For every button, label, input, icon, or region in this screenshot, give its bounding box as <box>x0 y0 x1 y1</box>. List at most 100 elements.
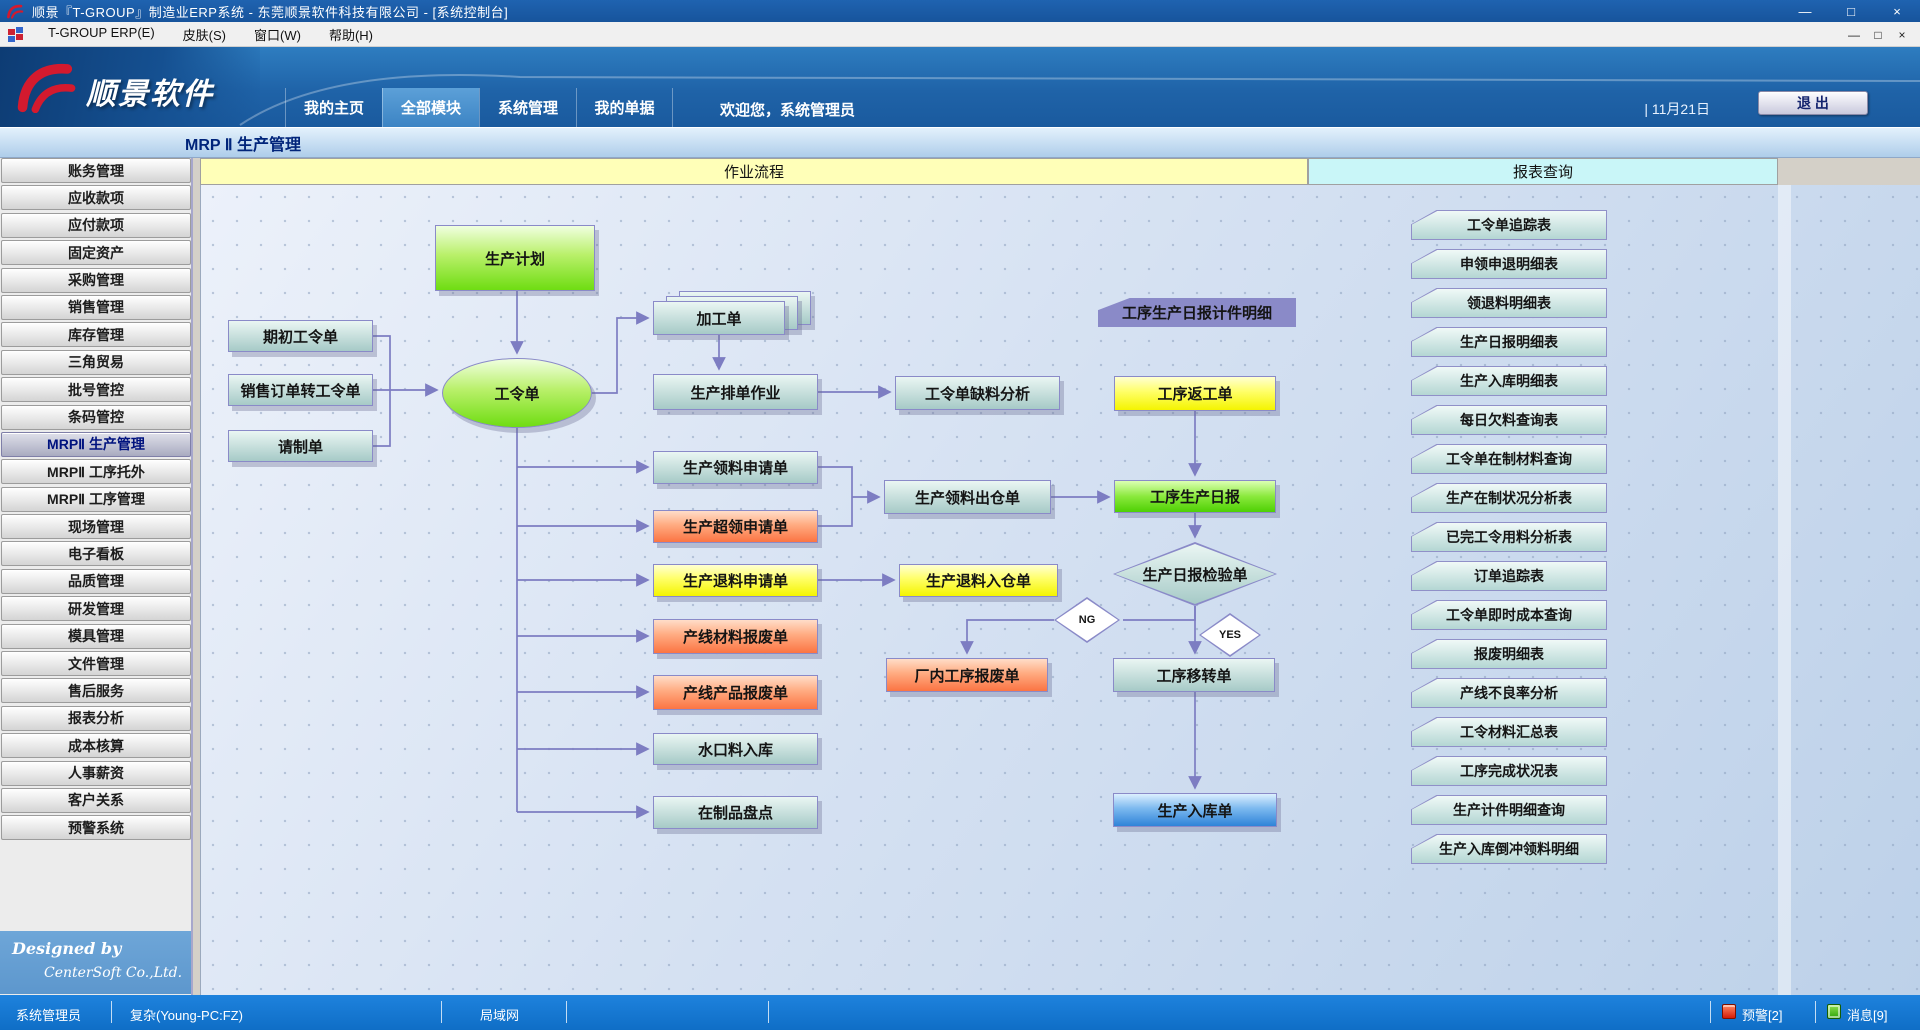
sidebar-item-7[interactable]: 三角贸易 <box>1 350 191 375</box>
menu-item-3[interactable]: 帮助(H) <box>315 21 387 48</box>
sidebar-item-8[interactable]: 批号管控 <box>1 377 191 402</box>
report-button-label: 生产在制状况分析表 <box>1412 484 1606 512</box>
flow-node-gonglingdan[interactable]: 工令单 <box>442 358 592 428</box>
status-messages[interactable]: 消息[9] <box>1847 1005 1887 1024</box>
flow-node-queliao-fenxi[interactable]: 工令单缺料分析 <box>895 376 1060 410</box>
flow-edge-15 <box>818 497 852 526</box>
report-button-12[interactable]: 产线不良率分析 <box>1411 678 1607 708</box>
sidebar-item-0[interactable]: 账务管理 <box>1 158 191 183</box>
mdi-minimize-button[interactable]: — <box>1842 28 1866 42</box>
report-button-label: 工令单追踪表 <box>1412 211 1606 239</box>
sidebar-item-11[interactable]: MRPⅡ 工序托外 <box>1 459 191 484</box>
flow-node-lingliao-chucang[interactable]: 生产领料出仓单 <box>884 480 1051 514</box>
report-button-15[interactable]: 生产计件明细查询 <box>1411 795 1607 825</box>
report-button-label: 已完工令用料分析表 <box>1412 523 1606 551</box>
sidebar-item-22[interactable]: 人事薪资 <box>1 761 191 786</box>
sidebar-item-23[interactable]: 客户关系 <box>1 788 191 813</box>
flow-node-shengchan-rukudan[interactable]: 生产入库单 <box>1113 793 1277 827</box>
sidebar-item-15[interactable]: 品质管理 <box>1 569 191 594</box>
sidebar-item-1[interactable]: 应收款项 <box>1 185 191 210</box>
sidebar-item-4[interactable]: 采购管理 <box>1 268 191 293</box>
report-button-3[interactable]: 生产日报明细表 <box>1411 327 1607 357</box>
flow-node-chaoling-shenqing[interactable]: 生产超领申请单 <box>653 510 818 543</box>
flow-node-tuiliao-rucang[interactable]: 生产退料入仓单 <box>899 564 1058 597</box>
mdi-restore-button[interactable]: □ <box>1866 28 1890 42</box>
sidebar-item-10[interactable]: MRPⅡ 生产管理 <box>1 432 191 457</box>
mdi-close-button[interactable]: × <box>1890 28 1914 42</box>
flow-node-qichu-gonglingdan[interactable]: 期初工令单 <box>228 320 373 352</box>
menu-item-2[interactable]: 窗口(W) <box>240 21 315 48</box>
sidebar-item-5[interactable]: 销售管理 <box>1 295 191 320</box>
report-button-2[interactable]: 领退料明细表 <box>1411 288 1607 318</box>
report-button-label: 生产日报明细表 <box>1412 328 1606 356</box>
nav-tab-1[interactable]: 全部模块 <box>382 88 479 127</box>
report-button-16[interactable]: 生产入库倒冲领料明细 <box>1411 834 1607 864</box>
sidebar-item-24[interactable]: 预警系统 <box>1 815 191 840</box>
flow-node-shuikou-ruku[interactable]: 水口料入库 <box>653 733 818 765</box>
sidebar-item-6[interactable]: 库存管理 <box>1 322 191 347</box>
sidebar-item-9[interactable]: 条码管控 <box>1 405 191 430</box>
flow-node-qingzhidan[interactable]: 请制单 <box>228 430 373 462</box>
nav-tab-2[interactable]: 系统管理 <box>479 88 576 127</box>
sidebar-item-16[interactable]: 研发管理 <box>1 596 191 621</box>
sidebar-item-18[interactable]: 文件管理 <box>1 651 191 676</box>
flow-node-jiagongdan[interactable]: 加工单 <box>653 301 785 335</box>
flow-edge-21 <box>1123 606 1195 620</box>
minimize-button[interactable]: — <box>1782 0 1828 22</box>
flow-node-shengchan-jihua[interactable]: 生产计划 <box>435 225 595 291</box>
flow-node-chanpin-baofei[interactable]: 产线产品报废单 <box>653 675 818 710</box>
sidebar-item-19[interactable]: 售后服务 <box>1 678 191 703</box>
report-button-9[interactable]: 订单追踪表 <box>1411 561 1607 591</box>
flow-node-gongxu-yizhuan[interactable]: 工序移转单 <box>1113 658 1275 692</box>
module-workspace: 作业流程 报表查询 生产计划期初工令单销售订单转工令单请制单工令单加工单生产排单… <box>200 155 1920 995</box>
report-button-label: 工令材料汇总表 <box>1412 718 1606 746</box>
sidebar-item-2[interactable]: 应付款项 <box>1 213 191 238</box>
report-button-8[interactable]: 已完工令用料分析表 <box>1411 522 1607 552</box>
sidebar-item-13[interactable]: 现场管理 <box>1 514 191 539</box>
nav-tab-0[interactable]: 我的主页 <box>285 88 382 127</box>
flow-node-ribao-jijian-mingxi[interactable]: 工序生产日报计件明细 <box>1098 298 1296 327</box>
flow-node-changnei-baofei[interactable]: 厂内工序报废单 <box>886 658 1048 692</box>
report-button-0[interactable]: 工令单追踪表 <box>1411 210 1607 240</box>
flow-node-paidan-zuoye[interactable]: 生产排单作业 <box>653 374 818 410</box>
sidebar-item-21[interactable]: 成本核算 <box>1 733 191 758</box>
exit-button[interactable]: 退 出 <box>1758 91 1868 115</box>
flow-node-xiaoshou-zhuan-gonglingdan[interactable]: 销售订单转工令单 <box>228 374 373 406</box>
report-button-7[interactable]: 生产在制状况分析表 <box>1411 483 1607 513</box>
menu-item-1[interactable]: 皮肤(S) <box>169 21 240 48</box>
report-button-4[interactable]: 生产入库明细表 <box>1411 366 1607 396</box>
message-icon[interactable] <box>1827 1004 1841 1019</box>
flow-node-zaizhipin-pandian[interactable]: 在制品盘点 <box>653 796 818 829</box>
flow-node-tuiliao-shenqing[interactable]: 生产退料申请单 <box>653 564 818 597</box>
report-button-label: 产线不良率分析 <box>1412 679 1606 707</box>
sidebar-item-3[interactable]: 固定资产 <box>1 240 191 265</box>
status-machine: 复杂(Young-PC:FZ) <box>130 1005 243 1024</box>
sidebar-items: 账务管理应收款项应付款项固定资产采购管理销售管理库存管理三角贸易批号管控条码管控… <box>1 158 191 840</box>
status-separator <box>768 1001 769 1023</box>
sidebar-item-12[interactable]: MRPⅡ 工序管理 <box>1 487 191 512</box>
sidebar-item-14[interactable]: 电子看板 <box>1 541 191 566</box>
flow-node-cailiao-baofei[interactable]: 产线材料报废单 <box>653 619 818 654</box>
report-button-label: 生产入库明细表 <box>1412 367 1606 395</box>
report-button-label: 工令单即时成本查询 <box>1412 601 1606 629</box>
maximize-button[interactable]: □ <box>1828 0 1874 22</box>
menu-item-0[interactable]: T-GROUP ERP(E) <box>34 21 169 48</box>
flow-node-gongxu-ribao[interactable]: 工序生产日报 <box>1114 480 1276 513</box>
report-button-11[interactable]: 报废明细表 <box>1411 639 1607 669</box>
report-button-1[interactable]: 申领申退明细表 <box>1411 249 1607 279</box>
sidebar-item-17[interactable]: 模具管理 <box>1 624 191 649</box>
status-alerts[interactable]: 预警[2] <box>1742 1005 1782 1024</box>
report-button-14[interactable]: 工序完成状况表 <box>1411 756 1607 786</box>
flow-node-fangong-dan[interactable]: 工序返工单 <box>1114 376 1276 411</box>
alert-icon[interactable] <box>1722 1004 1736 1019</box>
close-button[interactable]: × <box>1874 0 1920 22</box>
sidebar: 账务管理应收款项应付款项固定资产采购管理销售管理库存管理三角贸易批号管控条码管控… <box>0 158 193 995</box>
sidebar-item-20[interactable]: 报表分析 <box>1 706 191 731</box>
flow-node-lingliao-shenqing[interactable]: 生产领料申请单 <box>653 451 818 484</box>
report-button-5[interactable]: 每日欠料查询表 <box>1411 405 1607 435</box>
nav-tab-3[interactable]: 我的单据 <box>576 88 673 127</box>
page-title: MRP Ⅱ 生产管理 <box>185 131 301 155</box>
report-button-10[interactable]: 工令单即时成本查询 <box>1411 600 1607 630</box>
report-button-6[interactable]: 工令单在制材料查询 <box>1411 444 1607 474</box>
report-button-13[interactable]: 工令材料汇总表 <box>1411 717 1607 747</box>
